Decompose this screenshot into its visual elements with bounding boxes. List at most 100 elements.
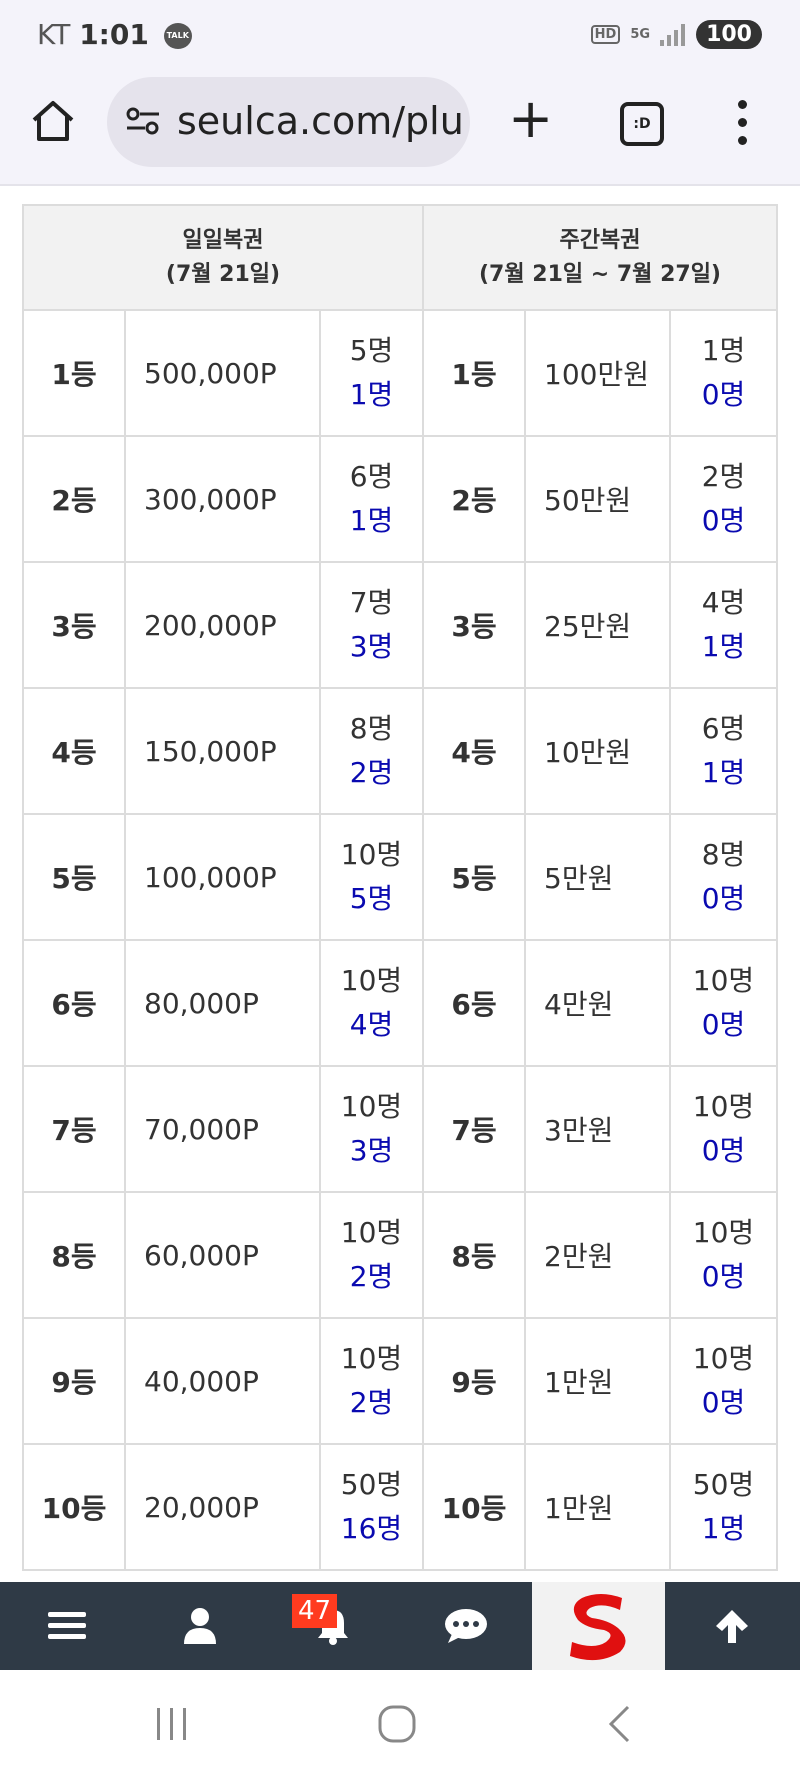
weekly-prize-cell: 5만원 [524, 813, 671, 941]
weekly-winner-count: 1명 [701, 1512, 746, 1545]
status-bar: KT 1:01 TALK HD 5G 100 [0, 0, 800, 72]
daily-count-cell: 10명 2명 [319, 1317, 424, 1445]
site-settings-icon[interactable] [125, 105, 161, 137]
user-icon [183, 1608, 216, 1644]
daily-rank-cell: 6등 [22, 939, 126, 1067]
weekly-winner-count: 0명 [701, 1134, 746, 1167]
weekly-prize-cell: 25만원 [524, 561, 671, 689]
recent-apps-icon[interactable] [154, 1706, 190, 1742]
daily-header-date: (7월 21일) [165, 261, 281, 287]
bottom-nav [0, 1582, 800, 1670]
weekly-prize-cell: 100만원 [524, 309, 671, 437]
table-row: 1등 500,000P 5명 1명 1등 100만원 1명 0명 [22, 309, 778, 437]
weekly-rank-cell: 8등 [422, 1191, 526, 1319]
site-logo-button[interactable] [532, 1582, 665, 1670]
weekly-rank-cell: 10등 [422, 1443, 526, 1571]
daily-slot-count: 5명 [349, 334, 394, 367]
clock: 1:01 [79, 18, 149, 51]
weekly-winner-count: 1명 [701, 756, 746, 789]
daily-winner-count: 2명 [349, 1386, 394, 1419]
weekly-winner-count: 0명 [701, 882, 746, 915]
weekly-rank-cell: 3등 [422, 561, 526, 689]
weekly-count-cell: 2명 0명 [669, 435, 778, 563]
daily-prize-cell: 70,000P [124, 1065, 321, 1193]
chat-button[interactable] [399, 1582, 532, 1670]
status-left: KT 1:01 TALK [37, 18, 192, 51]
table-row: 9등 40,000P 10명 2명 9등 1만원 10명 0명 [22, 1317, 778, 1445]
daily-count-cell: 5명 1명 [319, 309, 424, 437]
weekly-slot-count: 1명 [701, 334, 746, 367]
profile-button[interactable] [133, 1582, 266, 1670]
weekly-prize-cell: 10만원 [524, 687, 671, 815]
daily-header-title: 일일복권 [182, 227, 264, 253]
site-logo [569, 1594, 626, 1661]
daily-prize-cell: 200,000P [124, 561, 321, 689]
weekly-prize-cell: 3만원 [524, 1065, 671, 1193]
daily-rank-cell: 9등 [22, 1317, 126, 1445]
weekly-slot-count: 10명 [692, 1342, 755, 1375]
daily-slot-count: 7명 [349, 586, 394, 619]
menu-icon [47, 1612, 86, 1639]
prize-table: 일일복권 (7월 21일) 주간복권 (7월 21일 ~ 7월 27일) 1등 5… [22, 204, 778, 1571]
weekly-prize-cell: 50만원 [524, 435, 671, 563]
weekly-slot-count: 2명 [701, 460, 746, 493]
home-nav-icon[interactable] [377, 1704, 417, 1744]
table-row: 10등 20,000P 50명 16명 10등 1만원 50명 1명 [22, 1443, 778, 1571]
daily-winner-count: 4명 [349, 1008, 394, 1041]
weekly-prize-cell: 2만원 [524, 1191, 671, 1319]
weekly-count-cell: 10명 0명 [669, 939, 778, 1067]
daily-rank-cell: 4등 [22, 687, 126, 815]
weekly-count-cell: 50명 1명 [669, 1443, 778, 1571]
weekly-count-cell: 6명 1명 [669, 687, 778, 815]
daily-prize-cell: 40,000P [124, 1317, 321, 1445]
weekly-slot-count: 10명 [692, 1216, 755, 1249]
carrier-label: KT [37, 18, 71, 51]
browser-toolbar: seulca.com/plu + :D [0, 72, 800, 186]
daily-count-cell: 10명 5명 [319, 813, 424, 941]
weekly-slot-count: 6명 [701, 712, 746, 745]
daily-rank-cell: 2등 [22, 435, 126, 563]
daily-winner-count: 16명 [340, 1512, 403, 1545]
weekly-winner-count: 0명 [701, 504, 746, 537]
weekly-slot-count: 8명 [701, 838, 746, 871]
daily-prize-cell: 300,000P [124, 435, 321, 563]
daily-lottery-header: 일일복권 (7월 21일) [22, 204, 424, 311]
weekly-rank-cell: 5등 [422, 813, 526, 941]
weekly-slot-count: 50명 [692, 1468, 755, 1501]
daily-count-cell: 10명 4명 [319, 939, 424, 1067]
address-bar[interactable]: seulca.com/plu [107, 77, 470, 167]
daily-slot-count: 10명 [340, 1342, 403, 1375]
table-row: 2등 300,000P 6명 1명 2등 50만원 2명 0명 [22, 435, 778, 563]
back-icon[interactable] [604, 1704, 634, 1744]
daily-rank-cell: 10등 [22, 1443, 126, 1571]
weekly-winner-count: 0명 [701, 378, 746, 411]
menu-button[interactable] [0, 1582, 133, 1670]
weekly-rank-cell: 4등 [422, 687, 526, 815]
daily-rank-cell: 3등 [22, 561, 126, 689]
signal-icon [660, 23, 686, 46]
weekly-slot-count: 4명 [701, 586, 746, 619]
weekly-rank-cell: 7등 [422, 1065, 526, 1193]
daily-rank-cell: 7등 [22, 1065, 126, 1193]
weekly-count-cell: 10명 0명 [669, 1317, 778, 1445]
home-icon[interactable] [30, 98, 76, 144]
kakaotalk-icon: TALK [163, 23, 192, 49]
daily-winner-count: 2명 [349, 756, 394, 789]
daily-count-cell: 6명 1명 [319, 435, 424, 563]
more-options-icon[interactable] [738, 100, 748, 148]
table-row: 8등 60,000P 10명 2명 8등 2만원 10명 0명 [22, 1191, 778, 1319]
weekly-header-date: (7월 21일 ~ 7월 27일) [479, 261, 721, 287]
weekly-winner-count: 1명 [701, 630, 746, 663]
weekly-rank-cell: 9등 [422, 1317, 526, 1445]
weekly-count-cell: 1명 0명 [669, 309, 778, 437]
weekly-winner-count: 0명 [701, 1260, 746, 1293]
tab-switcher-button[interactable]: :D [620, 102, 664, 146]
daily-rank-cell: 8등 [22, 1191, 126, 1319]
daily-count-cell: 10명 3명 [319, 1065, 424, 1193]
scroll-top-button[interactable] [665, 1582, 798, 1670]
table-row: 4등 150,000P 8명 2명 4등 10만원 6명 1명 [22, 687, 778, 815]
daily-prize-cell: 500,000P [124, 309, 321, 437]
notification-count-badge: 47 [292, 1594, 338, 1628]
weekly-rank-cell: 1등 [422, 309, 526, 437]
new-tab-button[interactable]: + [508, 92, 553, 146]
